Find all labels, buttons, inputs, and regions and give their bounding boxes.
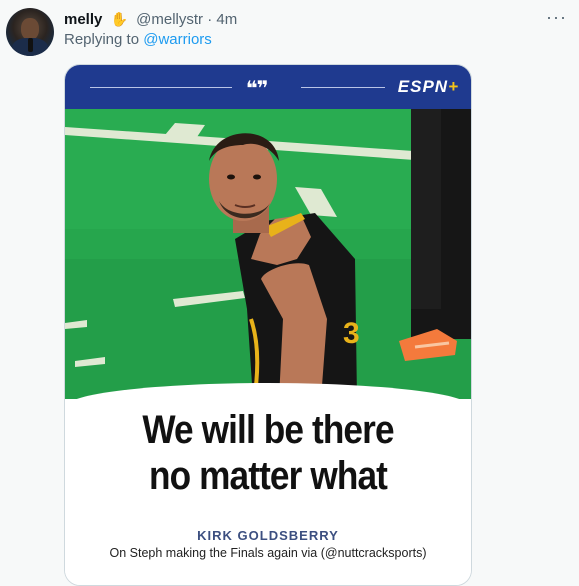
brand-name: ESPN — [397, 77, 449, 96]
replying-prefix: Replying to — [64, 31, 140, 48]
banner-line-right — [301, 87, 385, 88]
quote-line-2: no matter what — [148, 454, 388, 498]
more-horizontal-icon[interactable]: ··· — [546, 7, 567, 28]
media-caption: On Steph making the Finals again via (@n… — [109, 546, 427, 560]
tweet-media-image[interactable]: ❝❞ ESPN+ 3 We will be there no matter wh… — [64, 64, 472, 586]
replying-to-link[interactable]: @warriors — [143, 31, 212, 48]
player-photo: 3 — [65, 109, 471, 399]
hamsa-hand-icon: ✋ — [110, 11, 128, 27]
microphone-icon — [28, 38, 33, 52]
quote-author: KIRK GOLDSBERRY — [197, 528, 339, 543]
tweet-header: melly ✋ @mellystr · 4m — [64, 9, 237, 30]
basketball-court-scene: 3 — [65, 109, 471, 399]
quote-line-1: We will be there — [142, 408, 394, 452]
media-banner: ❝❞ ESPN+ — [65, 65, 471, 109]
quote-marks-icon: ❝❞ — [246, 78, 269, 100]
avatar[interactable] — [6, 8, 54, 56]
brand-plus: + — [448, 77, 459, 96]
jersey-number: 3 — [343, 317, 360, 350]
timestamp[interactable]: 4m — [216, 11, 237, 28]
handle[interactable]: @mellystr — [136, 11, 203, 28]
replying-to: Replying to @warriors — [64, 31, 212, 48]
espn-plus-logo: ESPN+ — [398, 77, 459, 97]
quote-text: We will be there no matter what — [89, 407, 446, 499]
separator: · — [207, 11, 213, 28]
avatar-face — [21, 18, 39, 40]
banner-line-left — [90, 87, 232, 88]
display-name[interactable]: melly — [64, 11, 102, 28]
